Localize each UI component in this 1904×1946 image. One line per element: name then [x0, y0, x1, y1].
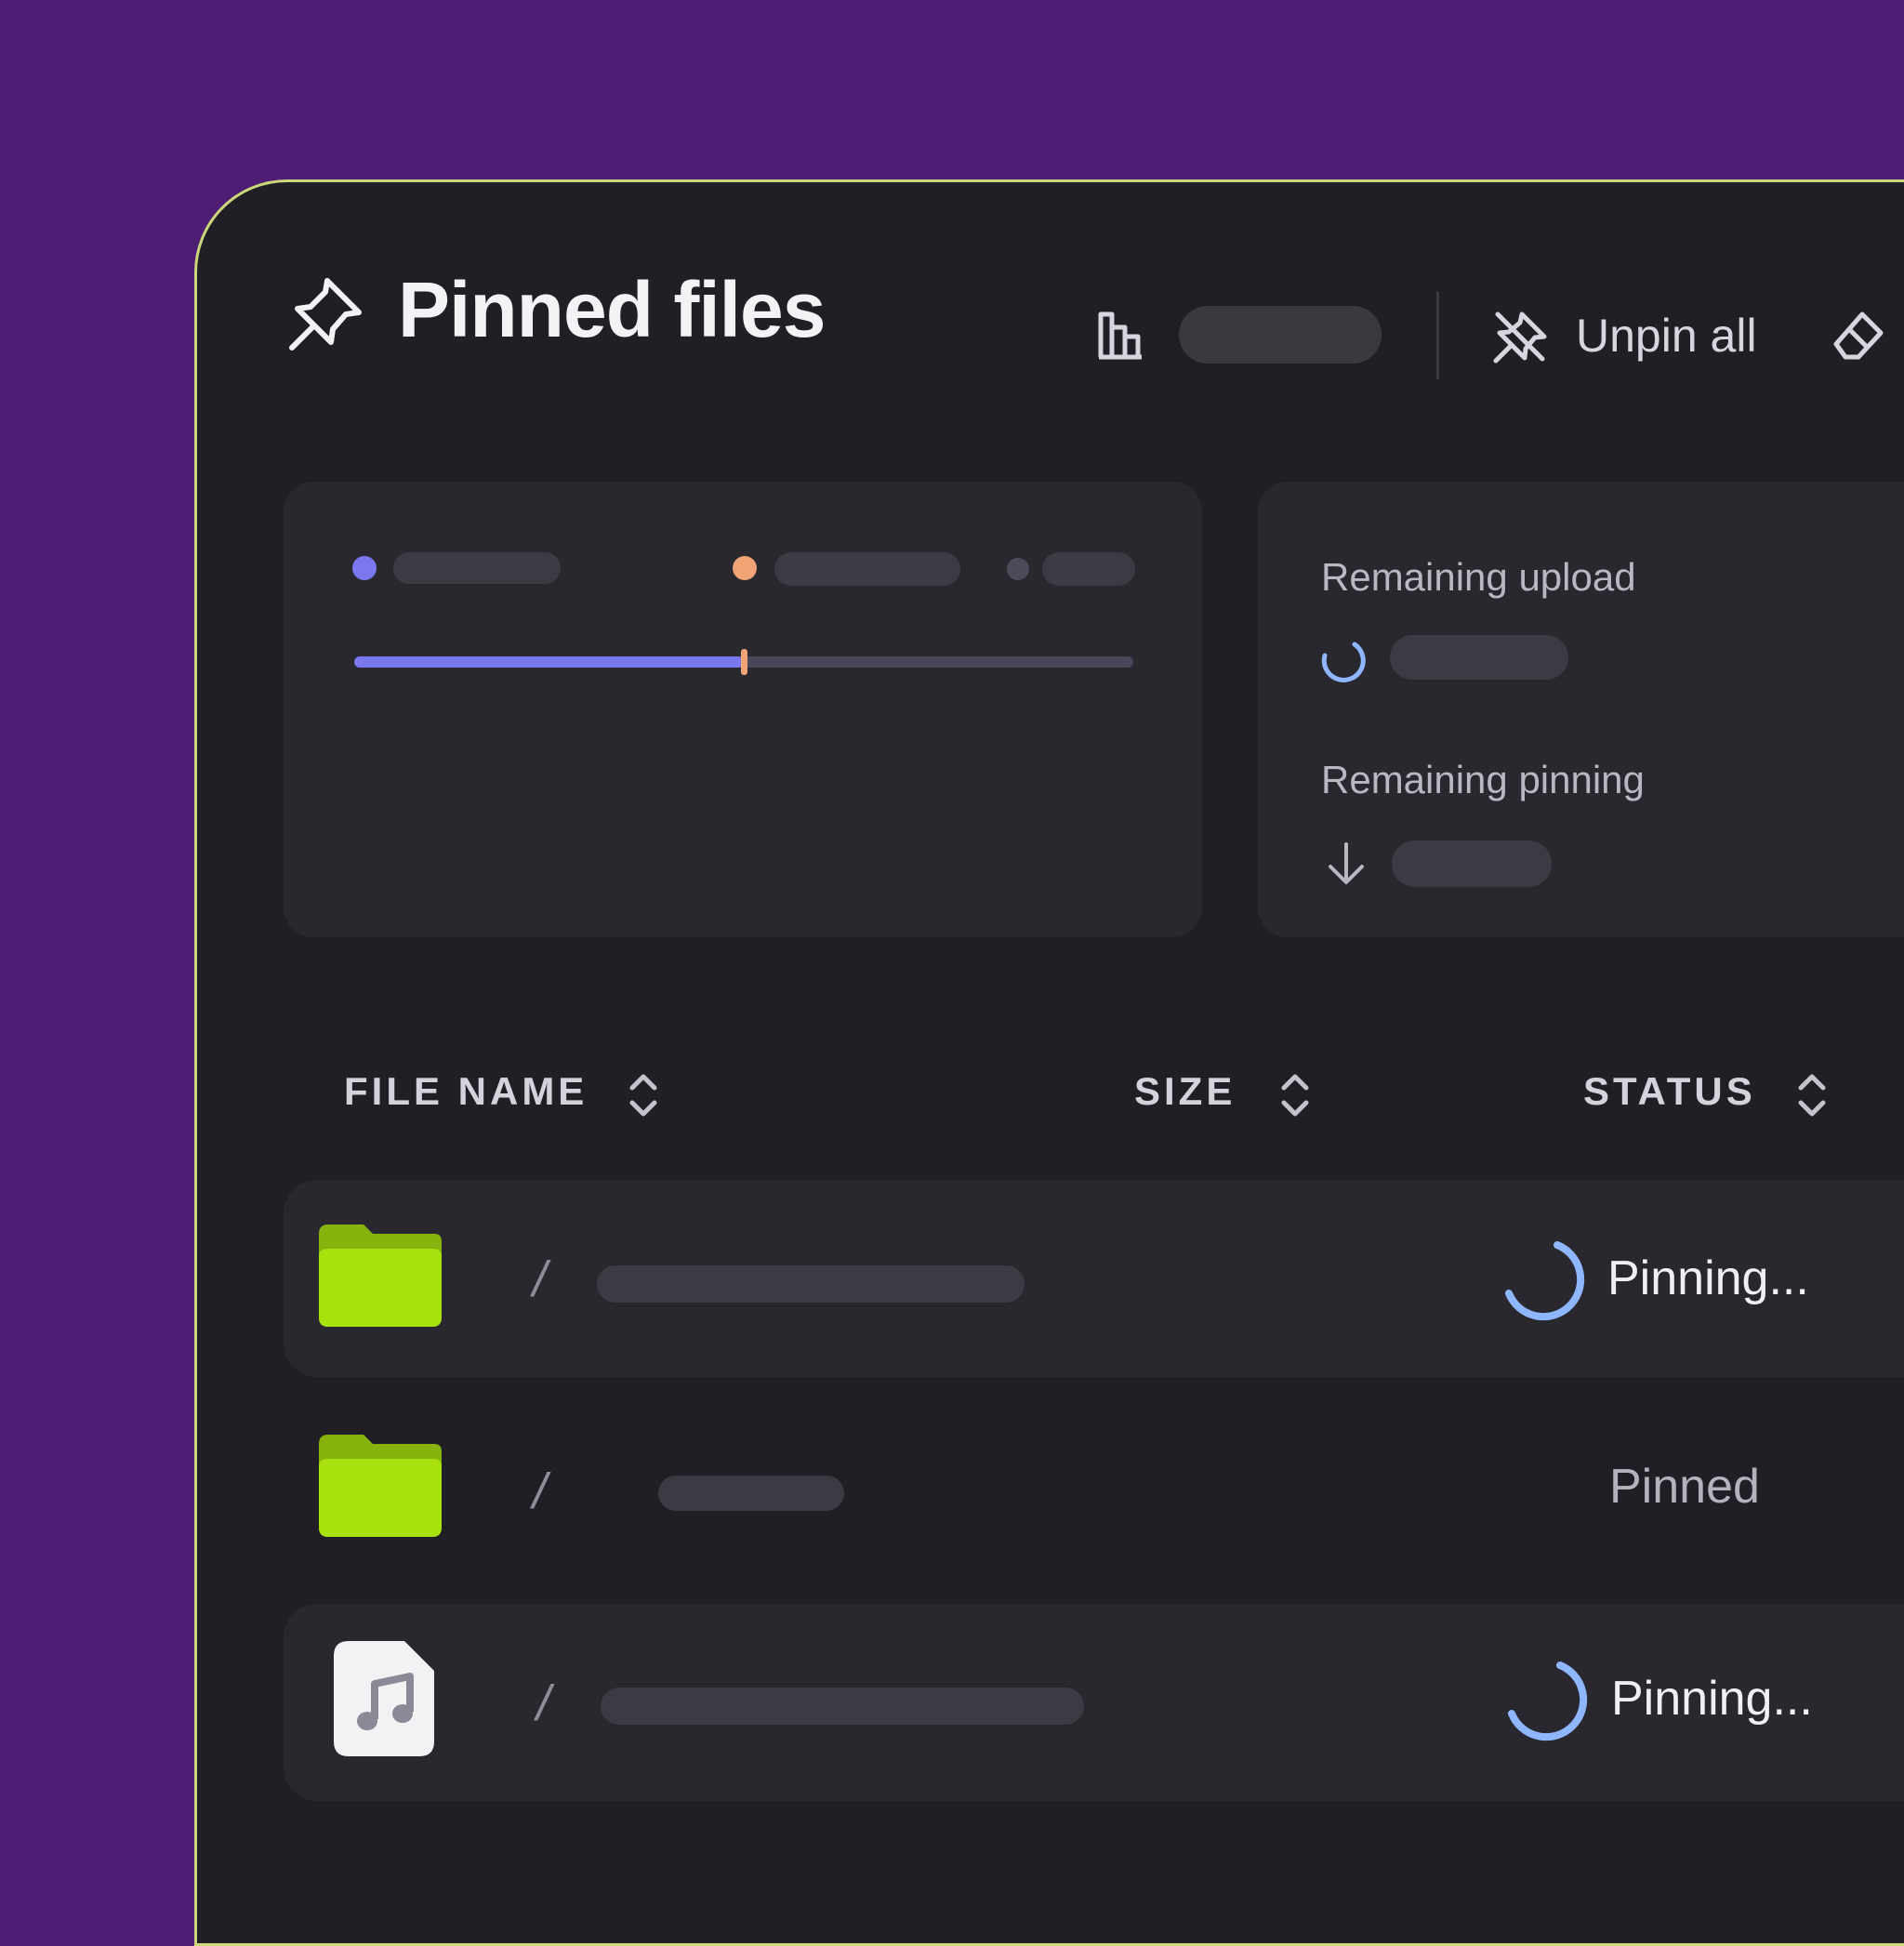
unpin-all-label: Unpin all: [1576, 310, 1757, 362]
pin-icon: [289, 278, 362, 351]
upload-value-placeholder: [1390, 635, 1568, 680]
status-text: Pinning...: [1611, 1672, 1813, 1726]
legend-dot: [1007, 558, 1029, 580]
table-row[interactable]: / Pinning...: [284, 1604, 1904, 1801]
file-name-placeholder: [658, 1476, 844, 1511]
status-header-label: STATUS: [1583, 1069, 1756, 1113]
unpin-all-button[interactable]: Unpin all: [1492, 299, 1790, 374]
page-title: Pinned files: [398, 266, 826, 353]
view-selector-pill[interactable]: [1179, 306, 1382, 364]
upload-spinner-icon: [1321, 642, 1366, 682]
remaining-pinning-label: Remaining pinning: [1321, 758, 1645, 801]
sort-icon[interactable]: [1793, 1069, 1831, 1121]
path-separator: /: [533, 1463, 548, 1519]
legend-label-placeholder: [774, 552, 960, 586]
file-name-header-label: FILE NAME: [344, 1069, 588, 1113]
legend-label-placeholder: [393, 552, 561, 584]
remaining-upload-label: Remaining upload: [1321, 555, 1636, 599]
progress-card: [284, 482, 1202, 937]
sort-icon[interactable]: [625, 1069, 662, 1121]
column-header-status[interactable]: STATUS: [1583, 1068, 1769, 1124]
spinner-icon: [1508, 1661, 1588, 1741]
legend-label-placeholder: [1042, 552, 1135, 586]
path-separator: /: [536, 1675, 551, 1731]
path-separator: /: [533, 1251, 548, 1307]
legend-dot: [733, 556, 757, 580]
file-name-placeholder: [601, 1688, 1084, 1725]
eraser-icon[interactable]: [1829, 307, 1884, 363]
sort-icon[interactable]: [1276, 1069, 1314, 1121]
progress-track: [354, 649, 1133, 675]
status-text: Pinning...: [1607, 1251, 1809, 1305]
legend-dot: [352, 556, 377, 580]
pinning-value-placeholder: [1392, 841, 1552, 887]
arrow-down-icon: [1329, 842, 1364, 884]
file-name-placeholder: [597, 1265, 1025, 1303]
column-header-size[interactable]: SIZE: [1134, 1068, 1264, 1124]
music-file-icon: [334, 1641, 434, 1756]
status-text: Pinned: [1609, 1460, 1760, 1514]
unpin-icon: [1493, 311, 1547, 364]
progress-fill: [354, 656, 744, 668]
table-row[interactable]: / Pinning...: [284, 1180, 1904, 1377]
size-header-label: SIZE: [1134, 1069, 1236, 1113]
remaining-card: Remaining upload Remaining pinning: [1258, 482, 1904, 937]
folder-icon: [319, 1225, 442, 1327]
progress-marker: [741, 649, 747, 675]
pinned-files-panel: Pinned files Unpin all Remaining upload: [194, 179, 1904, 1946]
table-row[interactable]: / Pinned: [284, 1392, 1904, 1589]
spinner-icon: [1505, 1241, 1585, 1321]
header-divider: [1436, 292, 1439, 379]
bar-chart-icon[interactable]: [1097, 309, 1149, 361]
folder-icon: [319, 1435, 442, 1537]
